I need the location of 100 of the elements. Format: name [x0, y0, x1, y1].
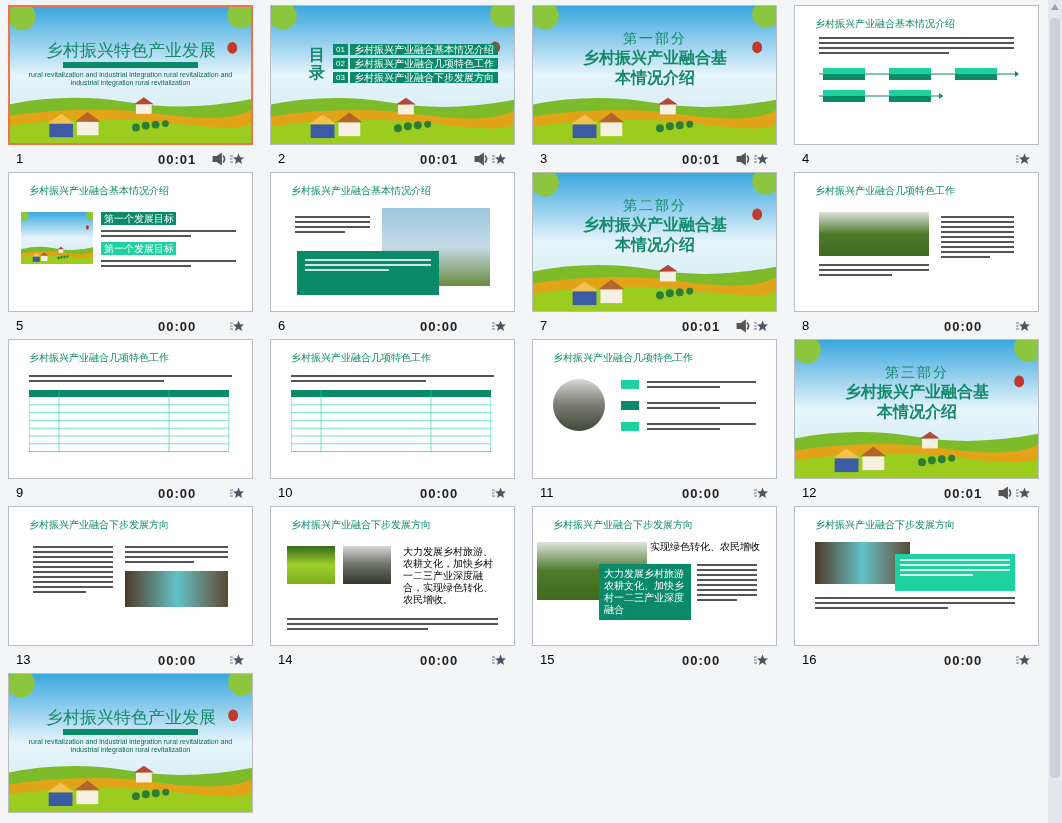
transition-star-icon[interactable] — [1016, 486, 1030, 499]
slide-timing: 00:00 — [158, 485, 197, 501]
slide-number: 11 — [539, 483, 555, 502]
slide-thumbnail[interactable]: 乡村振兴产业融合下步发展方向 — [794, 506, 1039, 646]
section-title: 乡村振兴产业融合基本情况介绍 — [581, 48, 728, 88]
tag-marker — [621, 421, 639, 431]
slide-timing: 00:01 — [944, 485, 983, 501]
section-label: 第三部分 — [884, 365, 949, 379]
slide-number: 15 — [539, 650, 556, 669]
transition-star-icon[interactable] — [754, 486, 768, 499]
transition-star-icon[interactable] — [230, 653, 244, 666]
slide-thumbnail[interactable]: 乡村振兴产业融合基本情况介绍 第一个发展目标 第一个发展目标 — [8, 172, 253, 312]
slide-header: 乡村振兴产业融合下步发展方向 — [815, 520, 956, 530]
slide-thumbnail[interactable]: 乡村振兴产业融合几项特色工作 — [270, 339, 515, 479]
slide-number: 8 — [801, 316, 811, 335]
transition-star-icon[interactable] — [230, 319, 244, 332]
slide-header: 乡村振兴产业融合几项特色工作 — [815, 186, 956, 196]
slide-thumbnail[interactable]: 乡村振兴产业融合几项特色工作 — [8, 339, 253, 479]
round-photo-placeholder — [553, 379, 605, 431]
slide-header: 乡村振兴产业融合几项特色工作 — [29, 353, 170, 363]
slide-timing: 00:00 — [420, 318, 459, 334]
slide-thumbnail[interactable]: 乡村振兴产业融合下步发展方向 大力发展乡村旅游、农耕文化，加快乡村一二三产业深度融合，实现绿色转化、农民增收。 — [270, 506, 515, 646]
transition-star-icon[interactable] — [754, 152, 768, 165]
speaker-icon[interactable] — [474, 151, 488, 166]
slide-thumbnail[interactable]: 第一部分 乡村振兴产业融合基本情况介绍 — [532, 5, 777, 145]
transition-star-icon[interactable] — [754, 319, 768, 332]
slide-number: 13 — [15, 650, 32, 669]
section-title: 乡村振兴产业融合基本情况介绍 — [843, 382, 990, 422]
transition-star-icon[interactable] — [492, 152, 506, 165]
section-label: 第二部分 — [622, 198, 687, 212]
slide-thumbnail[interactable]: 乡村振兴产业融合基本情况介绍 — [794, 5, 1039, 145]
slide-thumbnail[interactable]: 目录 01 乡村振兴产业融合基本情况介绍 02 乡村振兴产业融合几项特色工作 03 乡村振兴产业融合下步发展方向 — [270, 5, 515, 145]
slide-timing: 00:00 — [158, 318, 197, 334]
slide-number: 2 — [277, 149, 287, 168]
transition-star-icon[interactable] — [492, 319, 506, 332]
scrollbar[interactable] — [1048, 0, 1062, 823]
slide-thumbnail[interactable]: 乡村振兴产业融合下步发展方向 实现绿色转化、农民增收 大力发展乡村旅游农耕文化、加快乡村一二三产业深度融合 — [532, 506, 777, 646]
transition-star-icon[interactable] — [230, 486, 244, 499]
transition-star-icon[interactable] — [492, 486, 506, 499]
slide-number: 10 — [277, 483, 294, 502]
slide-header: 乡村振兴产业融合基本情况介绍 — [29, 186, 170, 196]
slide-title: 乡村振兴特色产业发展 — [45, 42, 216, 59]
toc-index: 01 — [333, 44, 348, 55]
slide-header: 乡村振兴产业融合基本情况介绍 — [815, 19, 956, 29]
slide-number: 4 — [801, 149, 811, 168]
slide-timing: 00:01 — [682, 318, 721, 334]
slide-header: 乡村振兴产业融合下步发展方向 — [553, 520, 694, 530]
slide-thumbnail[interactable]: 第三部分 乡村振兴产业融合基本情况介绍 — [794, 339, 1039, 479]
slide-timing: 00:00 — [944, 652, 983, 668]
slide-timing: 00:00 — [682, 652, 721, 668]
toc-item: 乡村振兴产业融合下步发展方向 — [349, 72, 498, 83]
transition-star-icon[interactable] — [754, 653, 768, 666]
slide-thumbnail[interactable]: 乡村振兴产业融合基本情况介绍 — [270, 172, 515, 312]
tag-marker — [621, 379, 639, 389]
slide-number: 12 — [801, 483, 818, 502]
slide-header: 乡村振兴产业融合基本情况介绍 — [291, 186, 432, 196]
slide-thumbnail[interactable]: 乡村振兴产业融合几项特色工作 — [532, 339, 777, 479]
slide-timing: 00:00 — [682, 485, 721, 501]
countryside-drawing — [21, 212, 93, 264]
section-title: 乡村振兴产业融合基本情况介绍 — [581, 215, 728, 255]
slide-number: 14 — [277, 650, 294, 669]
text-lines-drawing — [697, 564, 757, 601]
slide-thumbnail[interactable]: 第二部分 乡村振兴产业融合基本情况介绍 — [532, 172, 777, 312]
highlight-card: 大力发展乡村旅游农耕文化、加快乡村一二三产业深度融合 — [599, 564, 691, 620]
slide-header: 乡村振兴产业融合几项特色工作 — [553, 353, 694, 363]
slide-timing: 00:00 — [420, 652, 459, 668]
tag-marker — [621, 400, 639, 410]
transition-star-icon[interactable] — [492, 653, 506, 666]
slide-timing: 00:00 — [420, 485, 459, 501]
toc-index: 02 — [333, 58, 348, 69]
slide-timing: 00:01 — [682, 151, 721, 167]
slide-timing: 00:01 — [158, 151, 197, 167]
slide-number: 5 — [15, 316, 25, 335]
toc-index: 03 — [333, 72, 348, 83]
goal-label: 第一个发展目标 — [101, 242, 176, 255]
speaker-icon[interactable] — [736, 151, 750, 166]
transition-star-icon[interactable] — [1016, 653, 1030, 666]
transition-star-icon[interactable] — [230, 152, 244, 165]
slide-title: 目录 — [309, 45, 325, 82]
slide-thumbnail[interactable]: 乡村振兴产业融合几项特色工作 — [794, 172, 1039, 312]
photo-placeholder — [287, 546, 335, 584]
speaker-icon[interactable] — [212, 151, 226, 166]
slide-thumbnail[interactable]: 乡村振兴产业融合下步发展方向 — [8, 506, 253, 646]
goal-label: 第一个发展目标 — [101, 212, 176, 225]
photo-placeholder — [343, 546, 391, 584]
slide-number: 1 — [15, 149, 25, 168]
scrollbar-thumb[interactable] — [1050, 18, 1060, 778]
speaker-icon[interactable] — [998, 485, 1012, 500]
slide-timing: 00:00 — [944, 318, 983, 334]
speaker-icon[interactable] — [736, 318, 750, 333]
statement-text: 大力发展乡村旅游、农耕文化，加快乡村一二三产业深度融合，实现绿色转化、农民增收。 — [403, 546, 494, 606]
transition-star-icon[interactable] — [1016, 319, 1030, 332]
toc-item: 乡村振兴产业融合几项特色工作 — [349, 58, 498, 69]
slide-header: 乡村振兴产业融合下步发展方向 — [29, 520, 170, 530]
transition-star-icon[interactable] — [1016, 152, 1030, 165]
slide-timing: 00:00 — [158, 652, 197, 668]
slide-number: 9 — [15, 483, 25, 502]
slide-number: 16 — [801, 650, 818, 669]
slide-header: 乡村振兴产业融合下步发展方向 — [291, 520, 432, 530]
slide-timing: 00:01 — [420, 151, 459, 167]
